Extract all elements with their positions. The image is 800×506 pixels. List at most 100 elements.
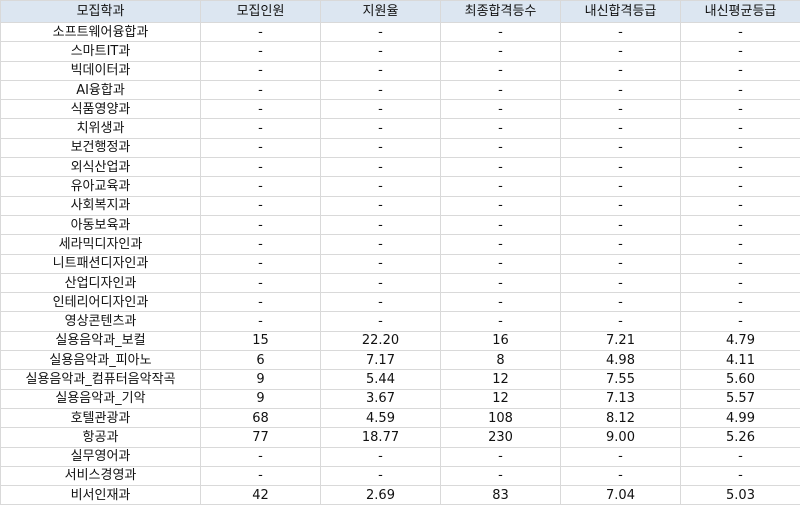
cell-average-grade[interactable]: 5.60 xyxy=(680,369,800,390)
cell-final-pass-rank[interactable]: - xyxy=(440,214,561,236)
header-department[interactable]: 모집학과 xyxy=(0,0,201,23)
cell-competition-ratio[interactable]: - xyxy=(320,41,441,62)
header-competition-ratio[interactable]: 지원율 xyxy=(320,0,441,23)
cell-cutoff-grade[interactable]: - xyxy=(560,157,681,178)
cell-competition-ratio[interactable]: 7.17 xyxy=(320,350,441,371)
cell-average-grade[interactable]: - xyxy=(680,446,800,467)
cell-final-pass-rank[interactable]: - xyxy=(440,253,561,274)
cell-department[interactable]: 항공과 xyxy=(0,427,201,448)
cell-final-pass-rank[interactable]: - xyxy=(440,41,561,62)
cell-average-grade[interactable]: - xyxy=(680,118,800,139)
cell-cutoff-grade[interactable]: - xyxy=(560,21,681,43)
table-row[interactable]: AI융합과 - - - - - xyxy=(0,79,800,101)
cell-cutoff-grade[interactable]: 4.98 xyxy=(560,350,681,371)
cell-cutoff-grade[interactable]: - xyxy=(560,118,681,139)
cell-cutoff-grade[interactable]: 7.13 xyxy=(560,388,681,409)
cell-cutoff-grade[interactable]: 9.00 xyxy=(560,427,681,448)
cell-average-grade[interactable]: 4.79 xyxy=(680,330,800,352)
cell-cutoff-grade[interactable]: 8.12 xyxy=(560,407,681,429)
cell-department[interactable]: 산업디자인과 xyxy=(0,272,201,294)
table-row[interactable]: 빅데이터과 - - - - - xyxy=(0,60,800,81)
cell-average-grade[interactable]: 5.03 xyxy=(680,485,800,506)
cell-department[interactable]: 스마트IT과 xyxy=(0,41,201,62)
cell-department[interactable]: 실용음악과_컴퓨터음악작곡 xyxy=(0,369,201,390)
cell-competition-ratio[interactable]: - xyxy=(320,292,441,313)
cell-cutoff-grade[interactable]: - xyxy=(560,195,681,216)
cell-competition-ratio[interactable]: - xyxy=(320,214,441,236)
cell-final-pass-rank[interactable]: - xyxy=(440,176,561,197)
cell-final-pass-rank[interactable]: - xyxy=(440,137,561,159)
cell-enrollment-quota[interactable]: 9 xyxy=(200,369,321,390)
table-row[interactable]: 산업디자인과 - - - - - xyxy=(0,272,800,294)
cell-cutoff-grade[interactable]: - xyxy=(560,214,681,236)
cell-enrollment-quota[interactable]: - xyxy=(200,99,321,120)
cell-cutoff-grade[interactable]: - xyxy=(560,99,681,120)
cell-enrollment-quota[interactable]: 42 xyxy=(200,485,321,506)
cell-enrollment-quota[interactable]: - xyxy=(200,118,321,139)
table-row[interactable]: 실용음악과_컴퓨터음악작곡 9 5.44 12 7.55 5.60 xyxy=(0,369,800,390)
table-row[interactable]: 실용음악과_기악 9 3.67 12 7.13 5.57 xyxy=(0,388,800,409)
cell-competition-ratio[interactable]: - xyxy=(320,465,441,487)
cell-average-grade[interactable]: - xyxy=(680,465,800,487)
cell-department[interactable]: 외식산업과 xyxy=(0,157,201,178)
cell-cutoff-grade[interactable]: - xyxy=(560,272,681,294)
cell-average-grade[interactable]: 5.26 xyxy=(680,427,800,448)
cell-final-pass-rank[interactable]: - xyxy=(440,79,561,101)
cell-department[interactable]: 서비스경영과 xyxy=(0,465,201,487)
table-row[interactable]: 실무영어과 - - - - - xyxy=(0,446,800,467)
cell-competition-ratio[interactable]: 18.77 xyxy=(320,427,441,448)
cell-cutoff-grade[interactable]: - xyxy=(560,465,681,487)
cell-competition-ratio[interactable]: 4.59 xyxy=(320,407,441,429)
table-row[interactable]: 치위생과 - - - - - xyxy=(0,118,800,139)
cell-enrollment-quota[interactable]: - xyxy=(200,195,321,216)
cell-competition-ratio[interactable]: - xyxy=(320,99,441,120)
cell-cutoff-grade[interactable]: - xyxy=(560,311,681,332)
cell-final-pass-rank[interactable]: - xyxy=(440,21,561,43)
cell-enrollment-quota[interactable]: 68 xyxy=(200,407,321,429)
table-row[interactable]: 항공과 77 18.77 230 9.00 5.26 xyxy=(0,427,800,448)
cell-enrollment-quota[interactable]: - xyxy=(200,446,321,467)
cell-final-pass-rank[interactable]: 108 xyxy=(440,407,561,429)
cell-department[interactable]: 빅데이터과 xyxy=(0,60,201,81)
cell-enrollment-quota[interactable]: - xyxy=(200,234,321,255)
cell-cutoff-grade[interactable]: 7.21 xyxy=(560,330,681,352)
cell-average-grade[interactable]: - xyxy=(680,272,800,294)
cell-average-grade[interactable]: 4.99 xyxy=(680,407,800,429)
table-row[interactable]: 유아교육과 - - - - - xyxy=(0,176,800,197)
cell-final-pass-rank[interactable]: 83 xyxy=(440,485,561,506)
cell-department[interactable]: 식품영양과 xyxy=(0,99,201,120)
cell-average-grade[interactable]: 5.57 xyxy=(680,388,800,409)
cell-final-pass-rank[interactable]: 230 xyxy=(440,427,561,448)
cell-competition-ratio[interactable]: - xyxy=(320,21,441,43)
cell-department[interactable]: 치위생과 xyxy=(0,118,201,139)
cell-final-pass-rank[interactable]: - xyxy=(440,60,561,81)
cell-final-pass-rank[interactable]: - xyxy=(440,292,561,313)
cell-competition-ratio[interactable]: - xyxy=(320,446,441,467)
cell-average-grade[interactable]: - xyxy=(680,253,800,274)
cell-department[interactable]: 소프트웨어융합과 xyxy=(0,21,201,43)
cell-final-pass-rank[interactable]: 16 xyxy=(440,330,561,352)
table-row[interactable]: 보건행정과 - - - - - xyxy=(0,137,800,159)
table-row[interactable]: 비서인재과 42 2.69 83 7.04 5.03 xyxy=(0,485,800,506)
table-row[interactable]: 실용음악과_보컬 15 22.20 16 7.21 4.79 xyxy=(0,330,800,352)
cell-competition-ratio[interactable]: - xyxy=(320,79,441,101)
cell-final-pass-rank[interactable]: - xyxy=(440,99,561,120)
cell-department[interactable]: 실용음악과_보컬 xyxy=(0,330,201,352)
cell-cutoff-grade[interactable]: - xyxy=(560,176,681,197)
cell-competition-ratio[interactable]: - xyxy=(320,311,441,332)
cell-average-grade[interactable]: - xyxy=(680,214,800,236)
cell-competition-ratio[interactable]: - xyxy=(320,234,441,255)
cell-competition-ratio[interactable]: - xyxy=(320,60,441,81)
cell-enrollment-quota[interactable]: - xyxy=(200,21,321,43)
table-row[interactable]: 식품영양과 - - - - - xyxy=(0,99,800,120)
cell-enrollment-quota[interactable]: - xyxy=(200,176,321,197)
cell-department[interactable]: 니트패션디자인과 xyxy=(0,253,201,274)
cell-final-pass-rank[interactable]: - xyxy=(440,446,561,467)
cell-competition-ratio[interactable]: - xyxy=(320,118,441,139)
cell-department[interactable]: 사회복지과 xyxy=(0,195,201,216)
cell-final-pass-rank[interactable]: 12 xyxy=(440,388,561,409)
cell-final-pass-rank[interactable]: - xyxy=(440,157,561,178)
cell-average-grade[interactable]: - xyxy=(680,99,800,120)
cell-final-pass-rank[interactable]: - xyxy=(440,465,561,487)
cell-competition-ratio[interactable]: - xyxy=(320,137,441,159)
